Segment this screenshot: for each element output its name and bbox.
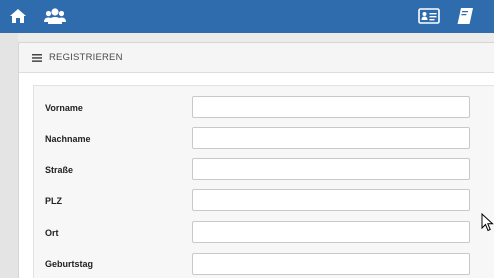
geburtstag-input[interactable] (192, 253, 470, 275)
strasse-input[interactable] (192, 158, 470, 180)
left-gutter (0, 33, 18, 278)
users-icon[interactable] (44, 6, 66, 26)
label-ort: Ort (45, 228, 59, 238)
label-geburtstag: Geburtstag (45, 259, 94, 269)
mouse-pointer-icon (481, 213, 494, 232)
panel-title: REGISTRIEREN (49, 52, 123, 63)
panel-header: REGISTRIEREN (19, 43, 494, 73)
label-nachname: Nachname (45, 134, 91, 144)
menu-lines-icon (32, 54, 42, 62)
top-nav-bar (0, 0, 494, 33)
label-vorname: Vorname (45, 103, 83, 113)
vorname-input[interactable] (192, 96, 470, 118)
label-strasse: Straße (45, 165, 74, 175)
book-icon[interactable] (455, 6, 475, 26)
label-plz: PLZ (45, 196, 62, 206)
plz-input[interactable] (192, 189, 470, 211)
ort-input[interactable] (192, 221, 470, 243)
nachname-input[interactable] (192, 127, 470, 149)
id-card-icon[interactable] (418, 6, 440, 26)
home-icon[interactable] (8, 6, 28, 26)
